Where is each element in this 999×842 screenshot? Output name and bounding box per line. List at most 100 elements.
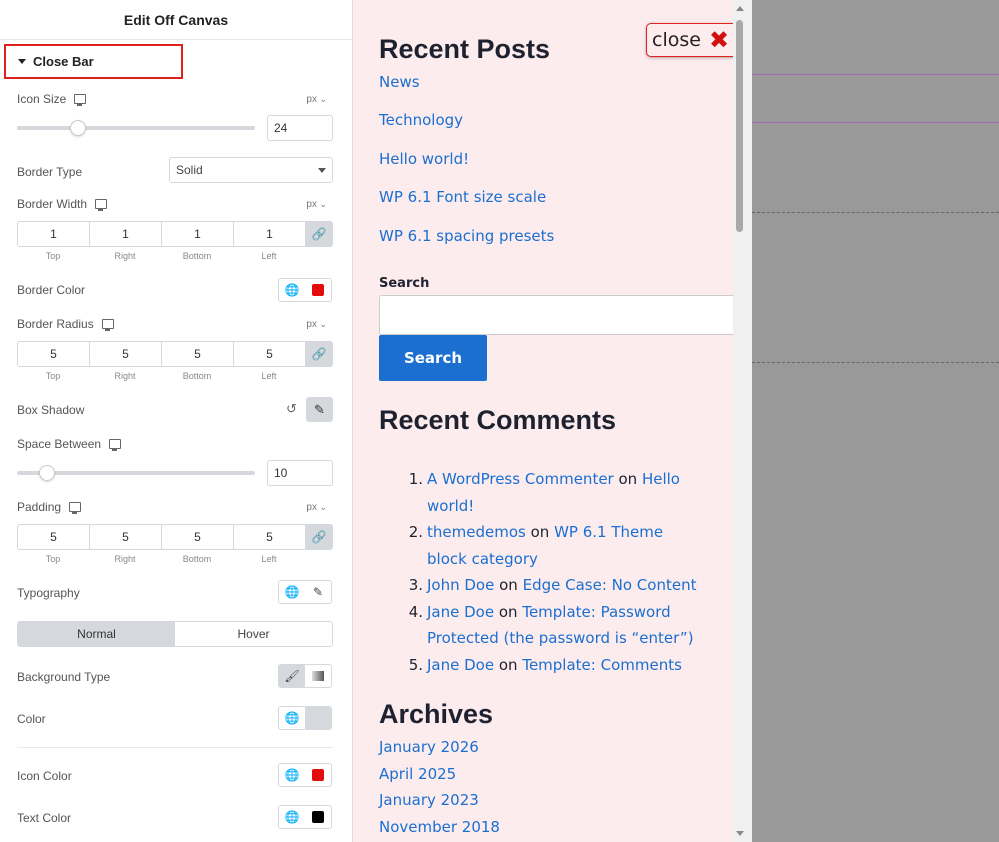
border-width-right[interactable]: 1 xyxy=(89,221,161,247)
recent-post-link[interactable]: News xyxy=(379,73,420,91)
padding-label: Padding xyxy=(17,500,62,514)
comment-author-link[interactable]: Jane Doe xyxy=(427,656,494,674)
icon-size-input[interactable]: 24 xyxy=(267,115,333,141)
globe-icon[interactable]: 🌐 xyxy=(279,707,305,729)
color-swatch[interactable] xyxy=(305,707,331,729)
icon-size-unit-select[interactable]: px xyxy=(306,94,327,105)
globe-icon[interactable]: 🌐 xyxy=(279,764,305,786)
icon-color-swatch[interactable] xyxy=(305,764,331,786)
scrollbar-thumb[interactable] xyxy=(736,20,743,232)
border-radius-unit-select[interactable]: px xyxy=(306,319,327,330)
border-width-top[interactable]: 1 xyxy=(17,221,89,247)
monitor-icon[interactable] xyxy=(69,502,82,514)
globe-icon[interactable]: 🌐 xyxy=(279,279,305,301)
pencil-icon[interactable]: ✎ xyxy=(305,581,331,603)
space-between-slider-handle[interactable] xyxy=(39,465,56,481)
search-button[interactable]: Search xyxy=(379,335,487,381)
tab-normal[interactable]: Normal xyxy=(18,622,175,646)
on-text: on xyxy=(499,576,518,594)
reset-icon[interactable]: ↺ xyxy=(286,401,297,417)
border-width-unit-select[interactable]: px xyxy=(306,199,327,210)
preview-scrollbar[interactable] xyxy=(733,0,752,842)
border-radius-right[interactable]: 5 xyxy=(89,341,161,367)
space-between-input[interactable]: 10 xyxy=(267,460,333,486)
color-label: Color xyxy=(17,712,46,726)
border-type-select[interactable]: Solid xyxy=(169,157,333,183)
recent-post-link[interactable]: Technology xyxy=(379,111,463,129)
dim-label-bottom: Bottom xyxy=(182,251,212,261)
dim-labels: Top Right Bottom Left xyxy=(17,371,305,381)
icon-color-controls: 🌐 xyxy=(278,763,332,787)
list-number: 5. xyxy=(408,655,423,674)
monitor-icon[interactable] xyxy=(95,199,108,211)
border-radius-top[interactable]: 5 xyxy=(17,341,89,367)
recent-comments-list: 1. A WordPress Commenter on Hello world! … xyxy=(379,466,699,678)
padding-right[interactable]: 5 xyxy=(89,524,161,550)
border-radius-left[interactable]: 5 xyxy=(233,341,305,367)
list-item: 5. Jane Doe on Template: Comments xyxy=(379,652,699,679)
monitor-icon[interactable] xyxy=(74,94,87,106)
dim-label-right: Right xyxy=(114,554,136,564)
scroll-up-icon[interactable] xyxy=(736,6,744,11)
link-icon[interactable]: 🔗 xyxy=(305,221,333,247)
dim-label-top: Top xyxy=(45,554,61,564)
monitor-icon[interactable] xyxy=(101,319,114,331)
recent-post-link[interactable]: WP 6.1 spacing presets xyxy=(379,227,554,245)
border-type-label: Border Type xyxy=(17,165,83,179)
panel-title: Edit Off Canvas xyxy=(0,0,352,40)
close-text: close xyxy=(652,29,701,51)
space-between-row: Space Between xyxy=(17,435,333,453)
recent-post-link[interactable]: WP 6.1 Font size scale xyxy=(379,188,546,206)
on-text: on xyxy=(498,602,518,621)
archive-link[interactable]: November 2018 xyxy=(379,818,500,836)
tab-hover[interactable]: Hover xyxy=(175,622,332,646)
list-number: 4. xyxy=(408,602,423,621)
border-width-bottom[interactable]: 1 xyxy=(161,221,233,247)
typography-controls: 🌐 ✎ xyxy=(278,580,332,604)
gradient-icon[interactable] xyxy=(305,665,331,687)
padding-unit-select[interactable]: px xyxy=(306,502,327,513)
dim-label-top: Top xyxy=(45,251,61,261)
dim-label-left: Left xyxy=(261,251,277,261)
icon-size-slider-handle[interactable] xyxy=(70,120,87,136)
search-input[interactable] xyxy=(379,295,733,335)
icon-size-slider[interactable] xyxy=(17,126,255,130)
comment-post-link[interactable]: Template: Comments xyxy=(522,656,682,674)
link-icon[interactable]: 🔗 xyxy=(305,524,333,550)
scroll-down-icon[interactable] xyxy=(736,831,744,836)
globe-icon[interactable]: 🌐 xyxy=(279,806,305,828)
padding-top[interactable]: 5 xyxy=(17,524,89,550)
comment-author-link[interactable]: Jane Doe xyxy=(427,603,494,621)
archive-link[interactable]: April 2025 xyxy=(379,765,456,783)
archive-link[interactable]: January 2026 xyxy=(379,738,479,756)
link-icon[interactable]: 🔗 xyxy=(305,341,333,367)
globe-icon[interactable]: 🌐 xyxy=(279,581,305,603)
comment-author-link[interactable]: themedemos xyxy=(427,523,526,541)
close-bar-button[interactable]: close ✖ xyxy=(646,23,733,57)
monitor-icon[interactable] xyxy=(109,439,122,451)
padding-left[interactable]: 5 xyxy=(233,524,305,550)
icon-size-row: Icon Size px xyxy=(17,90,333,108)
guide-line xyxy=(752,362,999,363)
archives-title: Archives xyxy=(379,699,494,729)
color-controls: 🌐 xyxy=(278,706,332,730)
brush-icon[interactable]: 🖌 xyxy=(279,665,305,687)
border-width-row: Border Width px xyxy=(17,195,333,213)
border-color-swatch[interactable] xyxy=(305,279,331,301)
dim-label-right: Right xyxy=(114,251,136,261)
typography-label: Typography xyxy=(17,586,80,600)
comment-author-link[interactable]: A WordPress Commenter xyxy=(427,470,614,488)
padding-bottom[interactable]: 5 xyxy=(161,524,233,550)
archive-link[interactable]: January 2023 xyxy=(379,791,479,809)
pencil-icon[interactable]: ✎ xyxy=(306,397,333,422)
list-item: 1. A WordPress Commenter on Hello world! xyxy=(379,466,699,519)
border-width-left[interactable]: 1 xyxy=(233,221,305,247)
icon-color-label: Icon Color xyxy=(17,769,72,783)
comment-author-link[interactable]: John Doe xyxy=(427,576,494,594)
border-radius-bottom[interactable]: 5 xyxy=(161,341,233,367)
section-close-bar-toggle[interactable]: Close Bar xyxy=(4,44,183,79)
text-color-swatch[interactable] xyxy=(305,806,331,828)
recent-post-link[interactable]: Hello world! xyxy=(379,150,469,168)
comment-post-link[interactable]: Edge Case: No Content xyxy=(523,576,697,594)
list-number: 2. xyxy=(408,523,423,541)
